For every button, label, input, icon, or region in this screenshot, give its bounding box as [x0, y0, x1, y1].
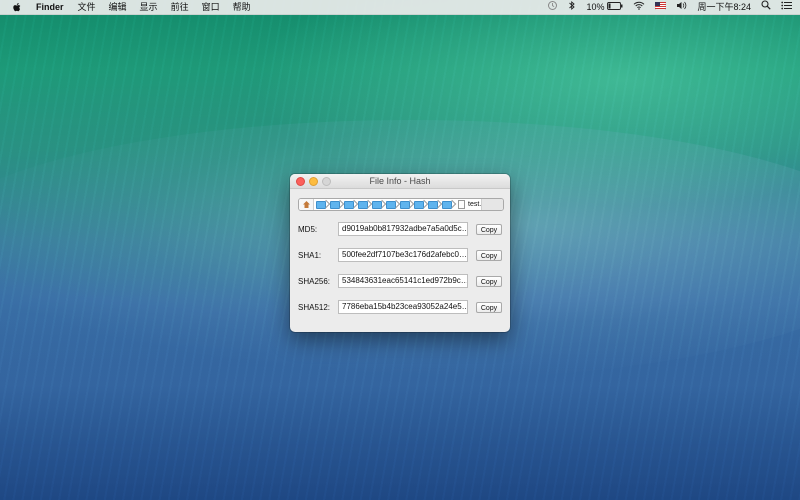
- folder-icon: [330, 200, 340, 209]
- window-title: File Info - Hash: [369, 176, 431, 186]
- menu-edit[interactable]: 编辑: [109, 0, 127, 14]
- folder-icon: [344, 200, 354, 209]
- menu-window[interactable]: 窗口: [202, 0, 220, 14]
- menu-help[interactable]: 帮助: [233, 0, 251, 14]
- path-control[interactable]: test.: [298, 198, 504, 211]
- menubar-clock[interactable]: 周一下午8:24: [697, 0, 751, 14]
- document-icon: [458, 200, 465, 209]
- battery-percent: 10%: [586, 2, 605, 12]
- wifi-icon[interactable]: [633, 0, 645, 14]
- hash-label: SHA1:: [298, 251, 322, 260]
- path-end: [481, 199, 503, 210]
- notification-center-icon[interactable]: [781, 0, 792, 14]
- copy-md5-button[interactable]: Copy: [476, 224, 502, 235]
- path-folder[interactable]: [426, 199, 440, 210]
- path-folder[interactable]: [314, 199, 328, 210]
- copy-sha512-button[interactable]: Copy: [476, 302, 502, 313]
- copy-sha1-button[interactable]: Copy: [476, 250, 502, 261]
- hash-label: SHA256:: [298, 277, 331, 286]
- hash-row-sha512: SHA512: 7786eba15b4b23cea93052a24e5… Cop…: [298, 300, 502, 316]
- folder-icon: [316, 200, 326, 209]
- spotlight-search-icon[interactable]: [761, 0, 771, 14]
- hash-label: MD5:: [298, 225, 318, 234]
- path-folder[interactable]: [356, 199, 370, 210]
- path-file[interactable]: test.: [458, 200, 481, 209]
- folder-icon: [400, 200, 410, 209]
- md5-field[interactable]: d9019ab0b817932adbe7a5a0d5c…: [338, 222, 468, 236]
- volume-icon[interactable]: [676, 0, 687, 14]
- battery-icon[interactable]: [607, 0, 623, 14]
- path-folder[interactable]: [412, 199, 426, 210]
- path-folder[interactable]: [384, 199, 398, 210]
- path-folder[interactable]: [398, 199, 412, 210]
- bluetooth-icon[interactable]: [568, 0, 576, 15]
- input-source-flag-icon[interactable]: [655, 0, 667, 14]
- time-machine-icon[interactable]: [547, 0, 558, 15]
- sha1-field[interactable]: 500fee2df7107be3c176d2afebc0…: [338, 248, 468, 262]
- path-folder[interactable]: [440, 199, 454, 210]
- sha256-field[interactable]: 534843631eac65141c1ed972b9c…: [338, 274, 468, 288]
- window-titlebar[interactable]: File Info - Hash: [290, 174, 510, 189]
- apple-logo-icon[interactable]: [12, 2, 22, 13]
- hash-row-sha1: SHA1: 500fee2df7107be3c176d2afebc0… Copy: [298, 248, 502, 264]
- hash-label: SHA512:: [298, 303, 331, 312]
- menu-view[interactable]: 显示: [140, 0, 158, 14]
- menu-file[interactable]: 文件: [78, 0, 96, 14]
- path-folder[interactable]: [328, 199, 342, 210]
- menu-go[interactable]: 前往: [171, 0, 189, 14]
- folder-icon: [358, 200, 368, 209]
- folder-icon: [414, 200, 424, 209]
- hash-row-sha256: SHA256: 534843631eac65141c1ed972b9c… Cop…: [298, 274, 502, 290]
- folder-icon: [386, 200, 396, 209]
- folder-icon: [442, 200, 452, 209]
- copy-sha256-button[interactable]: Copy: [476, 276, 502, 287]
- path-file-name: test.: [468, 201, 482, 208]
- path-folder[interactable]: [370, 199, 384, 210]
- folder-icon: [428, 200, 438, 209]
- menu-bar: Finder 文件 编辑 显示 前往 窗口 帮助 10% 周一下午8:24: [0, 0, 800, 15]
- hash-row-md5: MD5: d9019ab0b817932adbe7a5a0d5c… Copy: [298, 222, 502, 238]
- path-root-icon[interactable]: [299, 199, 314, 210]
- sha512-field[interactable]: 7786eba15b4b23cea93052a24e5…: [338, 300, 468, 314]
- path-folder[interactable]: [342, 199, 356, 210]
- file-info-window: File Info - Hash test. MD5: d9019ab0b817…: [290, 174, 510, 332]
- folder-icon: [372, 200, 382, 209]
- menu-app-finder[interactable]: Finder: [36, 0, 64, 14]
